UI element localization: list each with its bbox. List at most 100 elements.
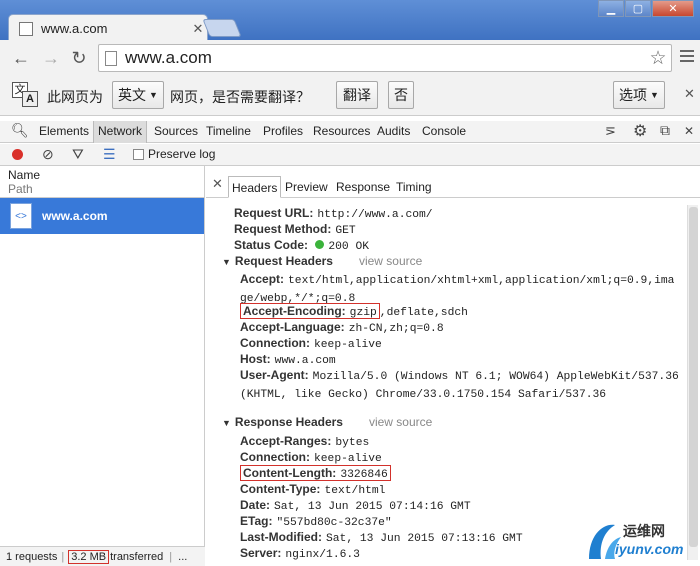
translate-button[interactable]: 翻译 bbox=[336, 81, 378, 109]
drawer-icon[interactable]: ⋝ bbox=[605, 123, 616, 139]
maximize-icon[interactable]: ▢ bbox=[625, 0, 651, 17]
tab-console[interactable]: Console bbox=[418, 121, 470, 143]
tab-resources[interactable]: Resources bbox=[309, 121, 374, 143]
status-code-value: 200 OK bbox=[328, 241, 370, 253]
watermark-url: iyunv.com bbox=[615, 541, 684, 557]
dock-icon[interactable]: ⧉ bbox=[660, 122, 670, 139]
reload-icon[interactable]: ↻ bbox=[68, 48, 90, 68]
status-code-row: Status Code: 200 OK bbox=[234, 238, 369, 253]
clear-icon[interactable]: ⊘ bbox=[42, 146, 54, 163]
tab-sources[interactable]: Sources bbox=[150, 121, 202, 143]
window-close-icon[interactable]: ✕ bbox=[652, 0, 694, 17]
window-controls: ▁ ▢ ✕ bbox=[597, 0, 694, 17]
header-key: Accept-Encoding: bbox=[243, 304, 346, 318]
header-key: Accept-Ranges: bbox=[240, 434, 332, 448]
address-bar[interactable]: www.a.com ☆ bbox=[98, 44, 672, 72]
request-url-key: Request URL: bbox=[234, 206, 314, 220]
translate-question: 网页，是否需要翻译？ bbox=[170, 89, 310, 105]
options-select[interactable]: 选项 ▼ bbox=[613, 81, 665, 109]
headers-panel: Request URL: http://www.a.com/ Request Me… bbox=[206, 199, 686, 566]
search-icon[interactable]: 🔍︎ bbox=[11, 122, 29, 139]
response-headers-section[interactable]: ▼ Response Headers view source bbox=[222, 415, 432, 429]
header-user-agent: User-Agent: Mozilla/5.0 (Windows NT 6.1; … bbox=[240, 367, 680, 403]
menu-icon[interactable] bbox=[680, 50, 694, 65]
header-value-rest: ,deflate,sdch bbox=[379, 307, 468, 319]
header-key: Accept-Language: bbox=[240, 320, 345, 334]
minimize-icon[interactable]: ▁ bbox=[598, 0, 624, 17]
header-value: bytes bbox=[335, 437, 370, 449]
header-value: nginx/1.6.3 bbox=[285, 549, 360, 561]
close-icon[interactable]: ✕ bbox=[684, 86, 695, 102]
detail-tabs: ✕ Headers Preview Response Timing bbox=[206, 176, 700, 198]
highlight-box: Accept-Encoding: gzip bbox=[240, 303, 380, 319]
tab-timing[interactable]: Timing bbox=[393, 176, 435, 198]
document-icon: <> bbox=[10, 203, 32, 229]
header-value: keep-alive bbox=[314, 453, 382, 465]
name-column-label: Name bbox=[8, 168, 41, 182]
tab-response[interactable]: Response bbox=[333, 176, 393, 198]
transferred-label: transferred bbox=[110, 550, 164, 563]
bookmark-star-icon[interactable]: ☆ bbox=[645, 47, 671, 70]
header-value: Sat, 13 Jun 2015 07:13:16 GMT bbox=[326, 533, 523, 545]
request-name: www.a.com bbox=[42, 209, 108, 223]
options-label: 选项 bbox=[619, 87, 648, 103]
preserve-log-label: Preserve log bbox=[148, 147, 216, 161]
triangle-down-icon: ▼ bbox=[222, 257, 231, 267]
tab-headers[interactable]: Headers bbox=[228, 176, 282, 198]
request-method-value: GET bbox=[335, 225, 356, 237]
header-value: text/html bbox=[324, 485, 386, 497]
response-headers-title: Response Headers bbox=[234, 415, 343, 429]
header-key: Content-Length: bbox=[243, 466, 337, 480]
path-column-label: Path bbox=[8, 182, 33, 196]
request-method-row: Request Method: GET bbox=[234, 222, 356, 237]
record-icon[interactable] bbox=[12, 149, 23, 160]
watermark-cn: 运维网 bbox=[623, 523, 665, 539]
tab-network[interactable]: Network bbox=[93, 121, 148, 143]
header-key: ETag: bbox=[240, 514, 273, 528]
gear-icon[interactable]: ⚙ bbox=[633, 121, 647, 141]
translate-icon: 文A bbox=[12, 82, 40, 108]
new-tab-button[interactable] bbox=[202, 19, 242, 37]
close-icon[interactable]: ✕ bbox=[684, 124, 694, 138]
tab-preview[interactable]: Preview bbox=[282, 176, 331, 198]
page-icon bbox=[105, 50, 117, 66]
scrollbar[interactable] bbox=[687, 205, 698, 560]
translate-bar: 文A 此网页为 英文 ▼ 网页，是否需要翻译？ 翻译 否 选项 ▼ ✕ bbox=[0, 76, 700, 116]
site-watermark: 运维网 iyunv.com bbox=[585, 515, 697, 563]
triangle-down-icon: ▼ bbox=[222, 418, 231, 428]
preserve-log-checkbox[interactable] bbox=[133, 149, 144, 160]
status-code-key: Status Code: bbox=[234, 238, 309, 252]
header-key: Date: bbox=[240, 498, 271, 512]
request-headers-section[interactable]: ▼ Request Headers view source bbox=[222, 254, 422, 268]
no-button[interactable]: 否 bbox=[388, 81, 414, 109]
chevron-down-icon: ▼ bbox=[650, 90, 659, 100]
header-value: www.a.com bbox=[274, 355, 336, 367]
translate-prefix: 此网页为 bbox=[47, 89, 103, 105]
language-select[interactable]: 英文 ▼ bbox=[112, 81, 164, 109]
header-accept: Accept: text/html,application/xhtml+xml,a… bbox=[240, 271, 680, 307]
request-url-value: http://www.a.com/ bbox=[317, 209, 433, 221]
column-header[interactable]: Name Path bbox=[0, 166, 204, 198]
close-icon[interactable]: ✕ bbox=[212, 176, 223, 192]
header-key: User-Agent: bbox=[240, 368, 309, 382]
view-source-link[interactable]: view source bbox=[359, 254, 422, 268]
tab-profiles[interactable]: Profiles bbox=[259, 121, 307, 143]
request-list: Name Path <> www.a.com bbox=[0, 166, 205, 546]
scrollbar-thumb[interactable] bbox=[689, 207, 698, 547]
header-value: 3326846 bbox=[340, 469, 388, 481]
table-row[interactable]: <> www.a.com bbox=[0, 198, 204, 234]
view-source-link[interactable]: view source bbox=[369, 415, 432, 429]
highlight-box: Content-Length: 3326846 bbox=[240, 465, 391, 481]
filter-icon[interactable]: ⛛ bbox=[72, 146, 84, 163]
list-view-icon[interactable]: ☰ bbox=[103, 146, 116, 163]
forward-arrow-icon[interactable]: → bbox=[40, 48, 62, 68]
address-input[interactable]: www.a.com bbox=[125, 48, 645, 68]
chevron-down-icon: ▼ bbox=[149, 90, 158, 100]
tab-elements[interactable]: Elements bbox=[35, 121, 93, 143]
browser-tab[interactable]: www.a.com ✕ bbox=[8, 14, 208, 42]
tab-timeline[interactable]: Timeline bbox=[202, 121, 255, 143]
tab-audits[interactable]: Audits bbox=[373, 121, 414, 143]
request-method-key: Request Method: bbox=[234, 222, 332, 236]
request-url-row: Request URL: http://www.a.com/ bbox=[234, 206, 433, 221]
back-arrow-icon[interactable]: ← bbox=[10, 48, 32, 68]
